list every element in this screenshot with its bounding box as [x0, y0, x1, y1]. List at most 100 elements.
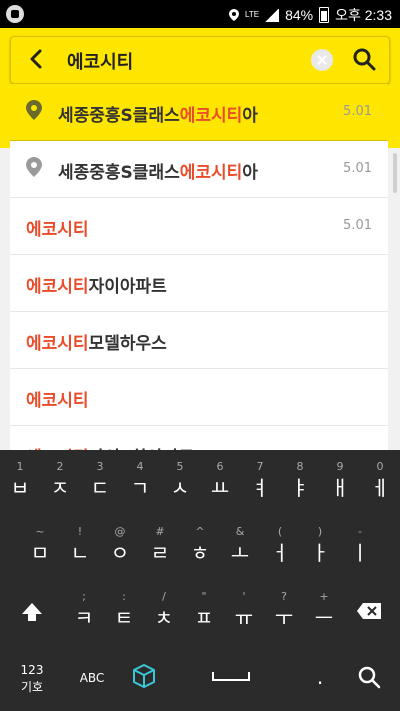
backspace-key[interactable]	[348, 580, 388, 645]
signal-icon	[265, 8, 280, 22]
key-label: ㅂ	[10, 476, 30, 500]
suggestion-text-hl: 에코시티	[179, 163, 243, 183]
search-key[interactable]	[348, 645, 388, 710]
suggestion-item[interactable]: 에코시티	[10, 369, 388, 426]
key-ㄷ[interactable]: 3ㄷ	[80, 450, 120, 515]
key-label: ㅜ	[274, 606, 294, 630]
suggestion-text-pre: 세종중흥S클래스	[58, 163, 180, 183]
key-ㅕ[interactable]: 7ㅕ	[240, 450, 280, 515]
key-ㄹ[interactable]: # ㄹ	[140, 515, 180, 580]
suggestion-list: 세종중흥S클래스에코시티아 5.01 세종중흥S클래스에코시티아 5.01 에코시티 5.…	[10, 84, 388, 483]
location-icon	[228, 9, 239, 21]
suggestion-number: 5.01	[343, 104, 372, 119]
keyboard: 1ㅂ2ㅈ3ㄷ4ㄱ5ㅅ6ㅛ7ㅕ8ㅑ9ㅐ0ㅔ ~ ㅁ! ㄴ @ ㅇ # ㄹ ^ ㅎ & ㅗ(ㅓ) ㅏ - ㅣ …	[0, 450, 400, 711]
suggestion-text-hl: 에코시티	[179, 106, 243, 126]
network-type: LTE	[244, 10, 260, 19]
key-label: ㅗ	[230, 541, 250, 565]
search-icon[interactable]	[351, 46, 377, 72]
suggestion-item[interactable]: 에코시티자이아파트	[10, 255, 388, 312]
period-key-label: .	[316, 665, 324, 689]
key-ㄴ[interactable]: ! ㄴ	[60, 515, 100, 580]
scrollbar[interactable]	[393, 153, 397, 193]
suggestion-number: 5.01	[343, 218, 372, 233]
key-label: ㄴ	[70, 541, 90, 565]
clock: 오후 2:33	[335, 7, 392, 23]
key-ㅇ[interactable]: @ ㅇ	[100, 515, 140, 580]
location-pin-icon	[26, 100, 42, 120]
key-label: ㅌ	[114, 606, 134, 630]
key-ㅗ[interactable]: & ㅗ	[220, 515, 260, 580]
space-icon	[212, 672, 250, 681]
key-ㅣ[interactable]: -ㅣ	[340, 515, 380, 580]
period-key[interactable]: .	[300, 645, 340, 710]
cube-icon	[133, 664, 155, 688]
suggestion-text-pre: 세종중흥S클래스	[58, 106, 180, 126]
key-ㅌ[interactable]: :ㅌ	[104, 580, 144, 645]
emoji-cube-key[interactable]	[124, 645, 164, 710]
suggestion-text-post: 모델하우스	[88, 334, 167, 354]
symbols-key[interactable]: 123 기호	[12, 645, 52, 710]
key-ㅑ[interactable]: 8ㅑ	[280, 450, 320, 515]
key-ㅏ[interactable]: ) ㅏ	[300, 515, 340, 580]
key-ㅐ[interactable]: 9ㅐ	[320, 450, 360, 515]
key-ㅜ[interactable]: ? ㅜ	[264, 580, 304, 645]
abc-key-label: ABC	[79, 671, 105, 685]
key-ㅛ[interactable]: 6ㅛ	[200, 450, 240, 515]
shift-key[interactable]	[12, 580, 52, 645]
key-label: ㅁ	[30, 541, 50, 565]
location-pin-icon	[26, 157, 42, 177]
key-ㅍ[interactable]: " ㅍ	[184, 580, 224, 645]
key-label: ㅅ	[170, 476, 190, 500]
shift-icon	[22, 603, 42, 621]
key-ㅊ[interactable]: / ㅊ	[144, 580, 184, 645]
key-label: ㅓ	[270, 541, 290, 565]
key-ㅈ[interactable]: 2ㅈ	[40, 450, 80, 515]
keyboard-row-4: 123 기호 ABC .	[0, 645, 400, 710]
search-icon	[358, 666, 381, 689]
key-ㅅ[interactable]: 5ㅅ	[160, 450, 200, 515]
key-label: ㅛ	[210, 476, 230, 500]
key-ㅋ[interactable]: ; ㅋ	[64, 580, 104, 645]
battery-icon	[319, 7, 330, 23]
key-ㅡ[interactable]: + ㅡ	[304, 580, 344, 645]
key-ㅔ[interactable]: 0ㅔ	[360, 450, 400, 515]
key-label: ㅏ	[310, 541, 330, 565]
keyboard-row-2: ~ ㅁ! ㄴ @ ㅇ # ㄹ ^ ㅎ & ㅗ(ㅓ) ㅏ - ㅣ	[0, 515, 400, 580]
suggestion-text: 세종중흥S클래스에코시티아	[58, 101, 258, 126]
key-ㅁ[interactable]: ~ ㅁ	[20, 515, 60, 580]
key-label: ㄷ	[90, 476, 110, 500]
suggestion-text: 에코시티모델하우스	[26, 329, 167, 354]
suggestion-item[interactable]: 에코시티모델하우스	[10, 312, 388, 369]
status-bar: LTE 84% 오후 2:33	[0, 0, 400, 28]
key-label: ㅎ	[190, 541, 210, 565]
key-ㄱ[interactable]: 4ㄱ	[120, 450, 160, 515]
clear-icon[interactable]	[311, 49, 333, 71]
search-input[interactable]: 에코시티	[67, 48, 133, 74]
suggestion-text-hl: 에코시티	[26, 277, 89, 297]
backspace-icon	[357, 603, 381, 619]
key-label: ㄹ	[150, 541, 170, 565]
key-label: ㅣ	[350, 541, 370, 565]
suggestion-text: 에코시티	[26, 386, 89, 411]
suggestion-item[interactable]: 세종중흥S클래스에코시티아 5.01	[10, 84, 388, 141]
key-label: ㅇ	[110, 541, 130, 565]
abc-key[interactable]: ABC	[72, 645, 112, 710]
suggestion-item[interactable]: 세종중흥S클래스에코시티아 5.01	[10, 141, 388, 198]
key-ㅎ[interactable]: ^ ㅎ	[180, 515, 220, 580]
key-label: ㄱ	[130, 476, 150, 500]
key-label: ㅕ	[250, 476, 270, 500]
key-label: ㅡ	[314, 606, 334, 630]
search-bar[interactable]: 에코시티	[10, 36, 390, 84]
space-key[interactable]	[200, 645, 262, 710]
key-label: ㅔ	[370, 476, 390, 500]
key-ㅓ[interactable]: (ㅓ	[260, 515, 300, 580]
suggestion-text: 에코시티	[26, 215, 89, 240]
suggestion-text: 세종중흥S클래스에코시티아	[58, 158, 258, 183]
back-arrow-icon[interactable]	[25, 47, 49, 71]
suggestion-text-post: 자이아파트	[88, 277, 167, 297]
key-ㅂ[interactable]: 1ㅂ	[0, 450, 40, 515]
suggestion-text-hl: 에코시티	[26, 334, 89, 354]
key-label: ㅋ	[74, 606, 94, 630]
key-ㅠ[interactable]: ' ㅠ	[224, 580, 264, 645]
suggestion-item[interactable]: 에코시티 5.01	[10, 198, 388, 255]
